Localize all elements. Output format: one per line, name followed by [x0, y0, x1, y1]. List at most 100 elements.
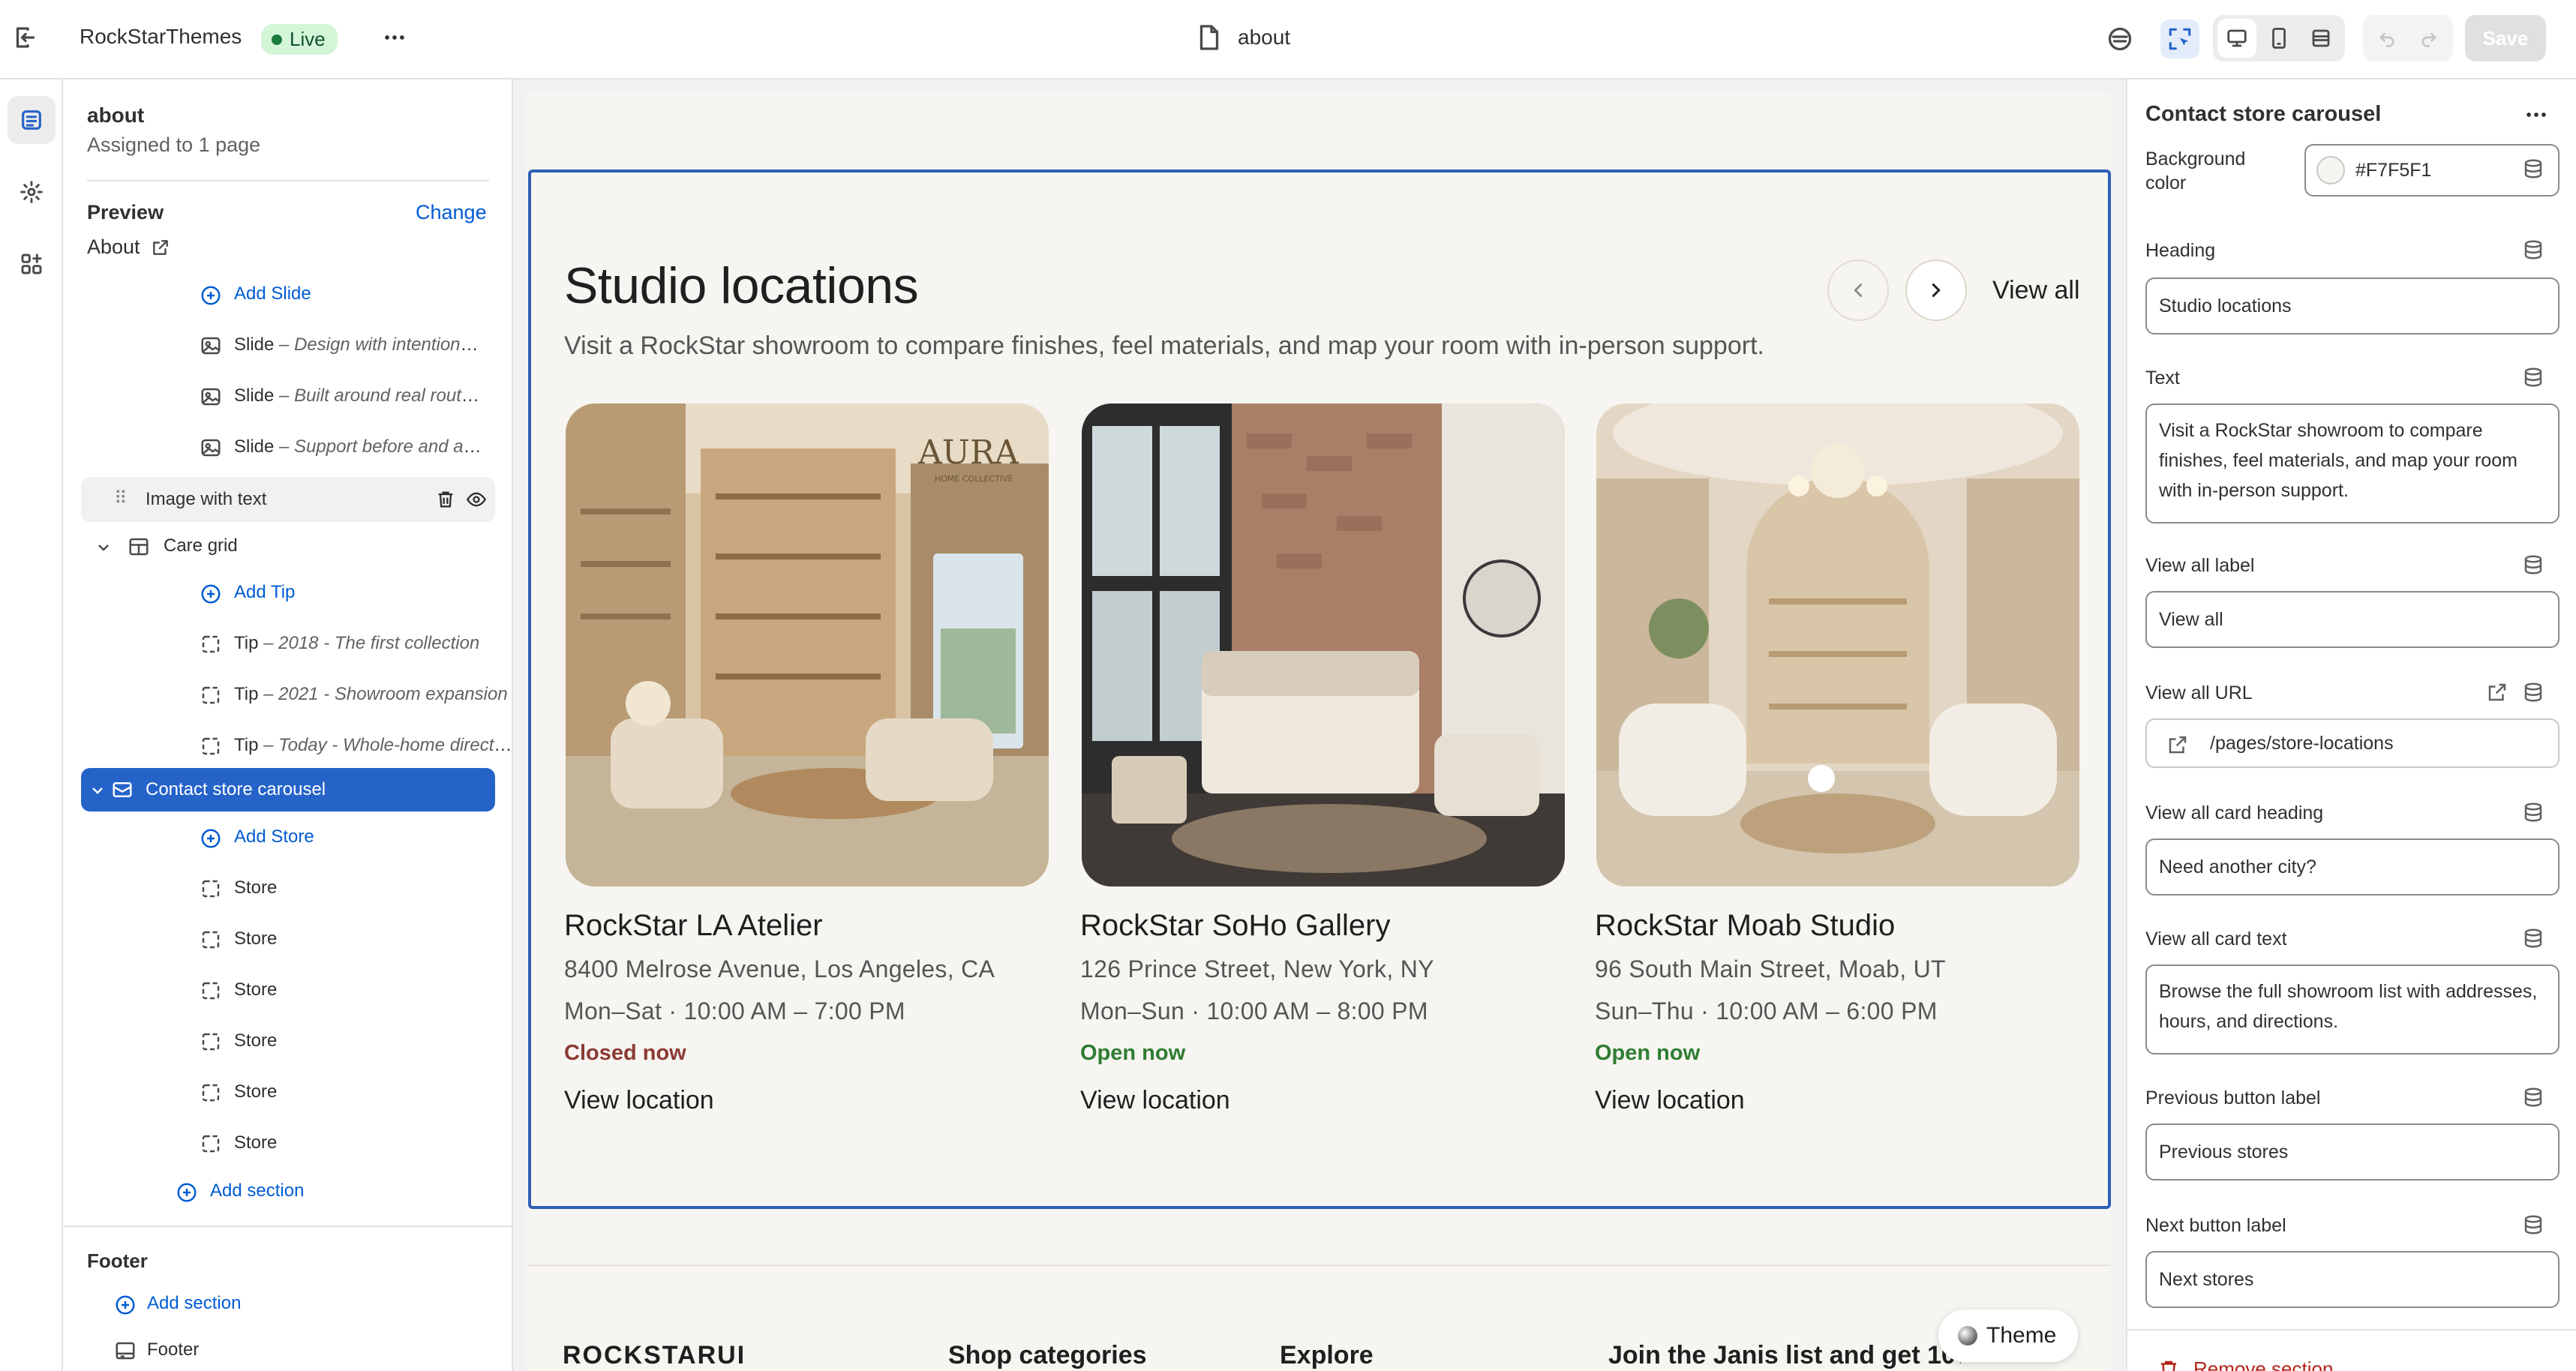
- tree-item-tip[interactable]: Tip – 2018 - The first collection: [81, 621, 512, 666]
- store-status: Open now: [1595, 1041, 1701, 1065]
- view-location-link[interactable]: View location: [1080, 1086, 1230, 1115]
- add-section-button[interactable]: Add section: [81, 1168, 512, 1214]
- field-label: Text: [2145, 368, 2180, 388]
- block-icon: [202, 880, 220, 898]
- store-label: Store: [234, 1030, 278, 1051]
- store-name[interactable]: RockStarThemes: [80, 25, 242, 49]
- tree-section-contact-store-carousel[interactable]: Contact store carousel: [81, 768, 495, 812]
- store-image[interactable]: [1082, 404, 1565, 886]
- carousel-section-icon: [113, 782, 132, 797]
- card-text-textarea[interactable]: Browse the full showroom list with addre…: [2145, 964, 2559, 1054]
- tree-item-store[interactable]: Store: [81, 1070, 512, 1114]
- tree-item-store[interactable]: Store: [81, 968, 512, 1012]
- view-all-label-input[interactable]: View all: [2145, 591, 2559, 648]
- tree-item-store[interactable]: Store: [81, 1018, 512, 1064]
- store-image[interactable]: AURA HOME COLLECTIVE: [566, 404, 1049, 886]
- chevron-down-icon[interactable]: [89, 782, 107, 800]
- remove-section-button[interactable]: Remove section: [2157, 1358, 2333, 1371]
- save-button[interactable]: Save: [2465, 15, 2546, 62]
- dynamic-source-icon[interactable]: [2522, 1214, 2544, 1236]
- store-address: 96 South Main Street, Moab, UT: [1595, 956, 1946, 982]
- settings-gear-icon[interactable]: [8, 168, 56, 216]
- card-heading-input[interactable]: Need another city?: [2145, 838, 2559, 896]
- add-tip-button[interactable]: Add Tip: [81, 570, 512, 615]
- divider: [63, 1226, 512, 1227]
- view-location-link[interactable]: View location: [564, 1086, 714, 1115]
- dynamic-source-icon[interactable]: [2522, 1086, 2544, 1108]
- tree-section-footer[interactable]: Footer: [81, 1328, 512, 1371]
- exit-icon[interactable]: [6, 18, 45, 57]
- text-textarea[interactable]: Visit a RockStar showroom to compare fin…: [2145, 404, 2559, 524]
- full-width-view-icon[interactable]: [2301, 19, 2340, 58]
- dynamic-source-icon[interactable]: [2522, 681, 2544, 704]
- dynamic-source-icon[interactable]: [2522, 158, 2544, 180]
- next-stores-button[interactable]: [1905, 260, 1967, 321]
- next-button-label-input[interactable]: Next stores: [2145, 1251, 2559, 1308]
- sections-icon[interactable]: [8, 96, 56, 144]
- store-image[interactable]: [1596, 404, 2079, 886]
- dynamic-source-icon[interactable]: [2522, 801, 2544, 824]
- section-heading: Studio locations: [564, 257, 919, 314]
- preview-page-link[interactable]: About: [87, 236, 170, 259]
- viewport-switcher: [2213, 15, 2345, 62]
- mobile-view-icon[interactable]: [2259, 19, 2298, 58]
- tip-detail: – 2018 - The first collection: [263, 633, 480, 653]
- heading-input[interactable]: Studio locations: [2145, 278, 2559, 334]
- redo-icon[interactable]: [2409, 19, 2448, 58]
- undo-icon[interactable]: [2367, 19, 2406, 58]
- view-all-url-input[interactable]: /pages/store-locations: [2145, 718, 2559, 768]
- dynamic-source-icon[interactable]: [2522, 238, 2544, 261]
- drag-handle-icon[interactable]: ⠿: [114, 488, 128, 509]
- change-preview-link[interactable]: Change: [416, 201, 487, 224]
- tree-item-store[interactable]: Store: [81, 916, 512, 962]
- background-color-picker[interactable]: #F7F5F1: [2304, 144, 2559, 196]
- footer-add-section-button[interactable]: Add section: [81, 1281, 512, 1326]
- visibility-eye-icon[interactable]: [465, 489, 488, 510]
- block-icon: [202, 931, 220, 949]
- slide-block-icon: [201, 439, 221, 457]
- store-label: Store: [234, 1132, 278, 1153]
- tree-item-tip[interactable]: Tip – 2021 - Showroom expansion: [81, 672, 512, 717]
- apps-icon[interactable]: [8, 240, 56, 288]
- divider: [2127, 1329, 2576, 1330]
- tree-item-tip[interactable]: Tip – Today - Whole-home direction: [81, 723, 512, 768]
- desktop-view-icon[interactable]: [2217, 19, 2256, 58]
- dynamic-source-icon[interactable]: [2522, 366, 2544, 388]
- tree-section-care-grid[interactable]: Care grid: [81, 524, 512, 568]
- tree-section-image-with-text[interactable]: ⠿ Image with text: [81, 477, 495, 522]
- tree-item-slide[interactable]: Slide – Built around real routines.: [81, 374, 512, 418]
- block-icon: [202, 635, 220, 653]
- more-options-icon[interactable]: [375, 18, 414, 57]
- inspector-toggle-icon[interactable]: [2160, 20, 2199, 58]
- theme-button[interactable]: Theme: [1938, 1310, 2078, 1362]
- add-slide-button[interactable]: Add Slide: [81, 272, 512, 316]
- color-value: #F7F5F1: [2355, 159, 2432, 181]
- field-label: Background color: [2145, 148, 2246, 194]
- theme-button-label: Theme: [1986, 1323, 2057, 1348]
- contact-store-carousel-section[interactable]: Studio locations Visit a RockStar showro…: [528, 170, 2111, 1209]
- color-swatch[interactable]: [2316, 156, 2345, 184]
- chevron-down-icon[interactable]: [95, 538, 113, 556]
- more-options-icon[interactable]: [2523, 102, 2549, 128]
- plus-circle-icon: [116, 1295, 135, 1315]
- tree-item-store[interactable]: Store: [81, 1120, 512, 1166]
- theme-globe-icon: [1958, 1326, 1977, 1346]
- tree-item-slide[interactable]: Slide – Support before and after pu...: [81, 424, 512, 470]
- block-icon: [202, 737, 220, 755]
- page-selector[interactable]: about: [1238, 26, 1290, 50]
- previous-stores-button[interactable]: [1827, 260, 1889, 321]
- add-store-button[interactable]: Add Store: [81, 814, 512, 860]
- previous-button-label-input[interactable]: Previous stores: [2145, 1124, 2559, 1180]
- tree-item-slide[interactable]: Slide – Design with intention. Build ...: [81, 322, 512, 368]
- slide-detail: – Support before and after pu...: [279, 436, 482, 457]
- footer-brand[interactable]: ROCKSTARUI: [563, 1341, 746, 1370]
- dynamic-source-icon[interactable]: [2522, 927, 2544, 950]
- tree-item-store[interactable]: Store: [81, 866, 512, 910]
- dynamic-source-icon[interactable]: [2522, 554, 2544, 576]
- view-all-link[interactable]: View all: [1992, 276, 2080, 305]
- ai-assist-icon[interactable]: [2100, 20, 2139, 58]
- view-location-link[interactable]: View location: [1595, 1086, 1745, 1115]
- block-icon: [202, 1084, 220, 1102]
- delete-trash-icon[interactable]: [435, 489, 456, 510]
- external-link-icon[interactable]: [2486, 681, 2508, 704]
